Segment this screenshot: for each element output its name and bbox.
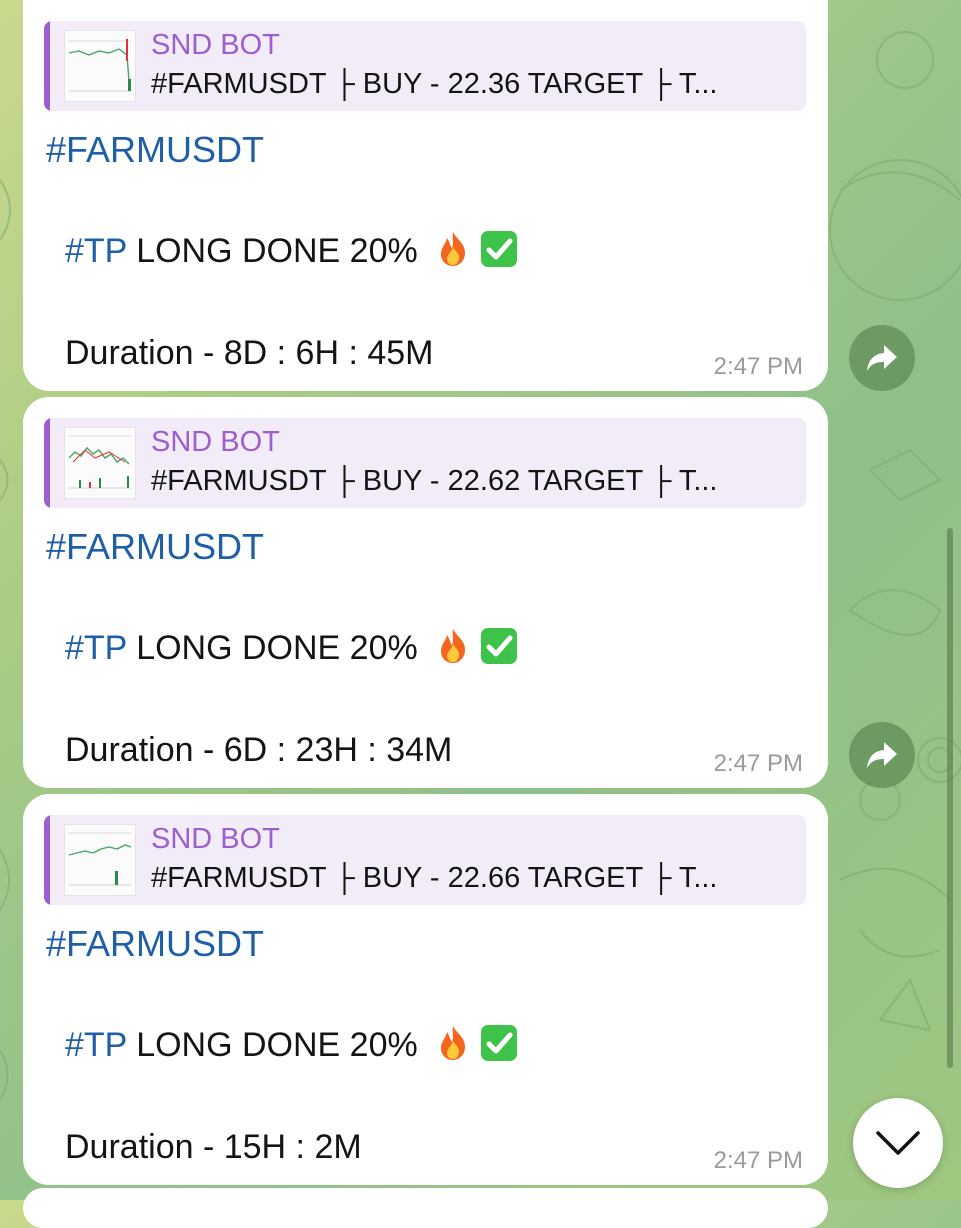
duration-text: Duration - 6D : 23H : 34M [65, 731, 453, 769]
reply-accent-bar [44, 815, 50, 905]
tp-hashtag-link[interactable]: #TP [65, 232, 127, 270]
reply-preview[interactable]: SND BOT #FARMUSDT ├ BUY - 22.36 TARGET ├… [44, 21, 806, 111]
fire-icon [441, 629, 466, 663]
scroll-to-bottom-button[interactable] [853, 1098, 943, 1188]
scrollbar[interactable] [947, 528, 953, 1068]
hashtag-link[interactable]: #FARMUSDT [46, 526, 264, 568]
message-time: 2:47 PM [713, 1147, 803, 1174]
tp-status-line: #TP LONG DONE 20% [65, 229, 519, 271]
chart-thumbnail [64, 427, 136, 499]
share-arrow-icon [867, 742, 897, 768]
message-bubble[interactable]: SND BOT #FARMUSDT ├ BUY - 22.36 TARGET ├… [23, 0, 828, 391]
chart-thumbnail [64, 824, 136, 896]
reply-sender-name: SND BOT [151, 823, 280, 855]
reply-sender-name: SND BOT [151, 426, 280, 458]
tp-status-text: LONG DONE 20% [126, 1026, 418, 1064]
tp-hashtag-link[interactable]: #TP [65, 1026, 127, 1064]
reply-accent-bar [44, 418, 50, 508]
fire-icon [441, 232, 466, 266]
reply-message-text: #FARMUSDT ├ BUY - 22.36 TARGET ├ T... [151, 68, 718, 100]
fire-icon [441, 1026, 466, 1060]
check-mark-button-icon [481, 231, 518, 267]
reply-preview[interactable]: SND BOT #FARMUSDT ├ BUY - 22.62 TARGET ├… [44, 418, 806, 508]
duration-text: Duration - 15H : 2M [65, 1128, 362, 1166]
reply-sender-name: SND BOT [151, 29, 280, 61]
forward-button[interactable] [849, 325, 915, 391]
reply-accent-bar [44, 21, 50, 111]
duration-text: Duration - 8D : 6H : 45M [65, 334, 434, 372]
hashtag-link[interactable]: #FARMUSDT [46, 923, 264, 965]
reply-message-text: #FARMUSDT ├ BUY - 22.62 TARGET ├ T... [151, 465, 718, 497]
forward-button[interactable] [849, 722, 915, 788]
chevron-down-icon [876, 1131, 920, 1155]
message-bubble[interactable]: SND BOT #FARMUSDT ├ BUY - 22.66 TARGET ├… [23, 794, 828, 1185]
tp-status-text: LONG DONE 20% [126, 629, 418, 667]
tp-status-text: LONG DONE 20% [126, 232, 418, 270]
tp-hashtag-link[interactable]: #TP [65, 629, 127, 667]
chart-thumbnail [64, 30, 136, 102]
message-bubble[interactable]: SND BOT #FARMUSDT ├ BUY - 22.62 TARGET ├… [23, 397, 828, 788]
reply-preview[interactable]: SND BOT #FARMUSDT ├ BUY - 22.66 TARGET ├… [44, 815, 806, 905]
reply-message-text: #FARMUSDT ├ BUY - 22.66 TARGET ├ T... [151, 862, 718, 894]
hashtag-link[interactable]: #FARMUSDT [46, 129, 264, 171]
message-time: 2:47 PM [713, 750, 803, 777]
check-mark-button-icon [481, 1025, 518, 1061]
check-mark-button-icon [481, 628, 518, 664]
message-bubble-partial[interactable] [23, 1188, 828, 1228]
message-time: 2:47 PM [713, 353, 803, 380]
share-arrow-icon [867, 345, 897, 371]
tp-status-line: #TP LONG DONE 20% [65, 626, 519, 668]
tp-status-line: #TP LONG DONE 20% [65, 1023, 519, 1065]
